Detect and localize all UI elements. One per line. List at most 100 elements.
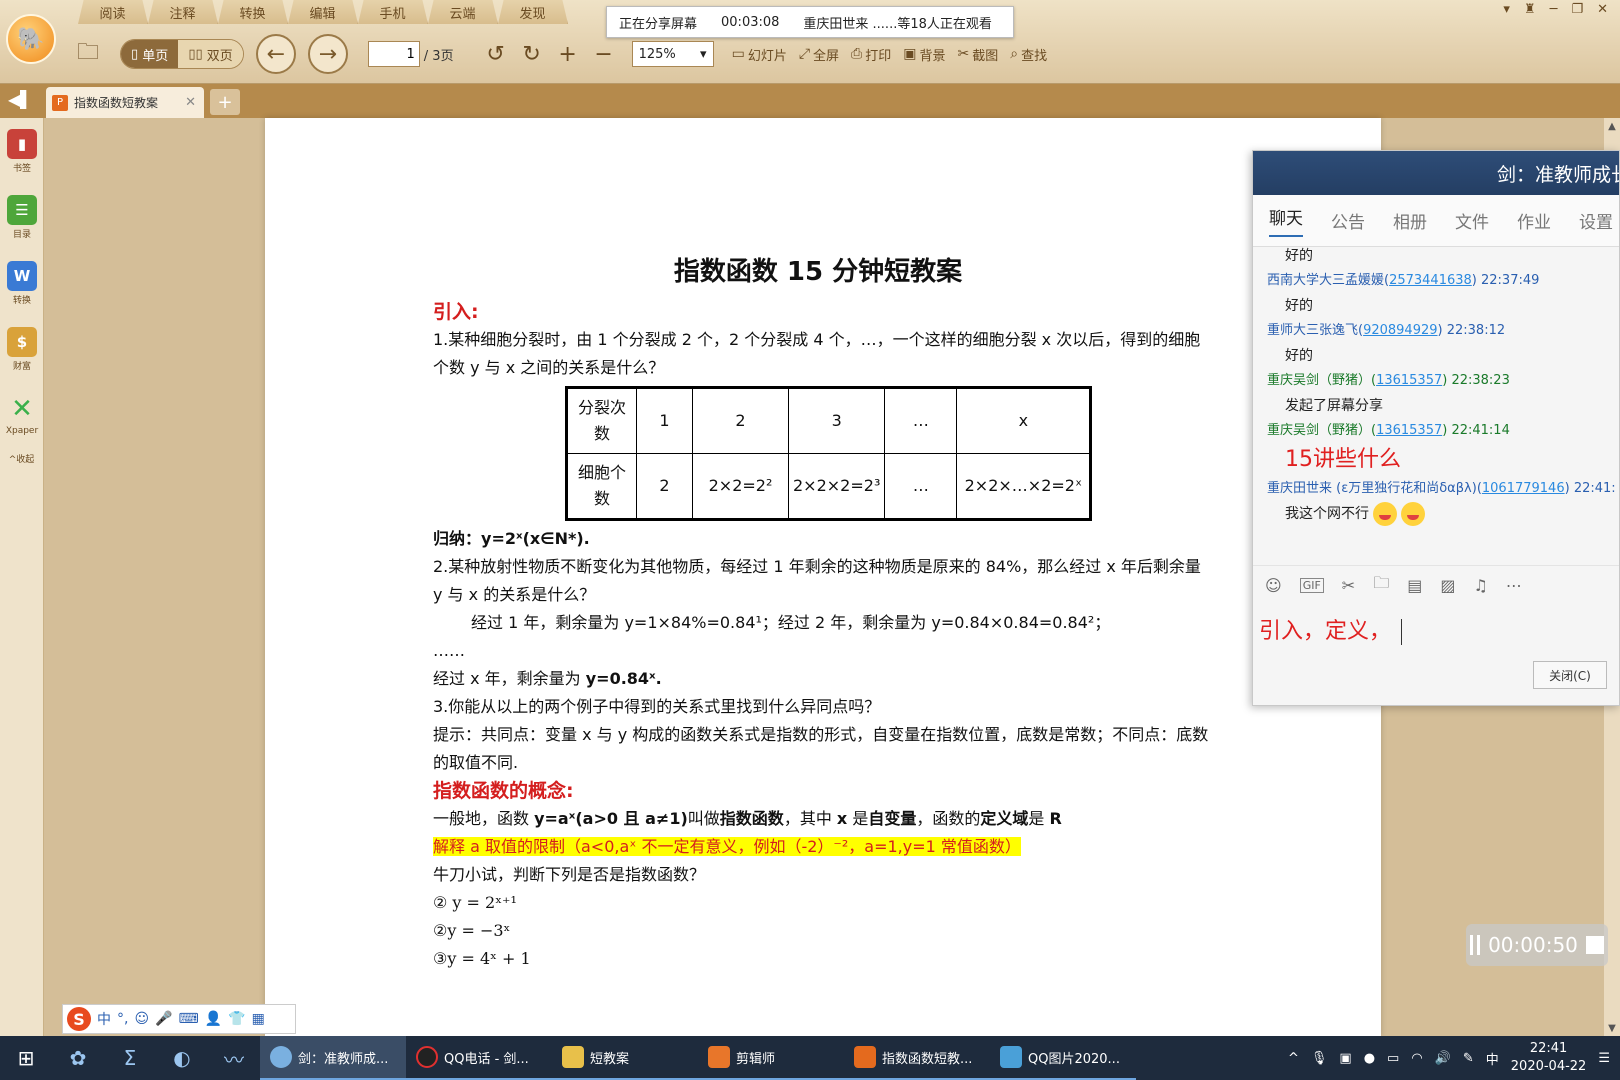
security-icon[interactable]: ●: [1364, 1051, 1375, 1066]
task-item-qq-group[interactable]: 剑：准教师成...: [260, 1036, 406, 1080]
menu-edit[interactable]: 编辑: [288, 0, 358, 24]
sogou-logo-icon[interactable]: S: [67, 1007, 91, 1031]
tab-album[interactable]: 相册: [1393, 208, 1427, 233]
minimize-icon[interactable]: ─: [1550, 2, 1558, 17]
pause-icon[interactable]: [1470, 935, 1481, 955]
zoom-in-icon[interactable]: +: [550, 39, 586, 69]
battery-icon[interactable]: ▭: [1387, 1051, 1399, 1066]
scroll-down-icon[interactable]: ▼: [1604, 1020, 1620, 1036]
double-page-button[interactable]: ▯▯ 双页: [178, 40, 243, 68]
grid-icon[interactable]: ▦: [252, 1011, 265, 1027]
rotate-right-icon[interactable]: ↻: [514, 39, 550, 69]
sidebar-item-toc[interactable]: ☰ 目录: [0, 184, 44, 250]
stop-icon[interactable]: [1585, 936, 1604, 954]
gift-icon[interactable]: ▤: [1407, 576, 1422, 595]
folder-icon[interactable]: 🗀: [70, 39, 106, 69]
find-button[interactable]: ⌕ 查找: [1010, 45, 1047, 64]
punctuation-icon[interactable]: °,: [117, 1011, 128, 1027]
sender-qq-link[interactable]: 13615357: [1376, 423, 1442, 438]
chat-message-list[interactable]: 好的 西南大学大三孟媛媛(2573441638) 22:37:49 好的 重师大…: [1253, 247, 1619, 565]
sender-qq-link[interactable]: 2573441638: [1389, 273, 1472, 288]
chevron-up-icon[interactable]: ^: [1288, 1051, 1299, 1066]
menu-annotate[interactable]: 注释: [148, 0, 218, 24]
folder-icon[interactable]: 🗀: [1373, 572, 1389, 599]
menu-discover[interactable]: 发现: [498, 0, 568, 24]
tab-homework[interactable]: 作业: [1517, 208, 1551, 233]
pinned-app-icon[interactable]: Σ: [104, 1036, 156, 1080]
tab-chat[interactable]: 聊天: [1269, 204, 1303, 237]
smiley-icon[interactable]: ☺: [1265, 576, 1282, 595]
chat-title[interactable]: 剑：准教师成长: [1253, 151, 1619, 195]
more-icon[interactable]: ⋯: [1506, 576, 1522, 595]
dropdown-icon[interactable]: ▾: [1503, 2, 1510, 17]
tab-document[interactable]: P 指数函数短教案 ✕: [46, 87, 204, 118]
ime-indicator[interactable]: 中: [1486, 1049, 1499, 1068]
wifi-icon[interactable]: ◠: [1411, 1051, 1422, 1066]
prev-page-button[interactable]: ←: [255, 34, 296, 74]
tab-announcement[interactable]: 公告: [1331, 208, 1365, 233]
screenshot-button[interactable]: ✂ 截图: [958, 45, 999, 64]
bell-icon[interactable]: ♫: [1473, 576, 1487, 595]
restore-icon[interactable]: ❐: [1571, 2, 1583, 17]
sidebar-item-xpaper[interactable]: ✕ Xpaper: [0, 382, 44, 448]
new-tab-button[interactable]: +: [210, 89, 240, 115]
microphone-icon[interactable]: 🎤: [155, 1011, 172, 1027]
chat-message-input[interactable]: 引入，定义，: [1253, 605, 1619, 663]
next-page-button[interactable]: →: [307, 34, 348, 74]
collapse-panel-icon[interactable]: ◀▌: [8, 90, 33, 109]
task-item-qq-call[interactable]: QQ电话 - 剑...: [406, 1036, 552, 1080]
pinned-app-icon[interactable]: 〰: [208, 1036, 260, 1080]
tab-settings[interactable]: 设置: [1579, 208, 1613, 233]
volume-icon[interactable]: 🔊: [1435, 1051, 1451, 1066]
ime-mode[interactable]: 中: [97, 1009, 111, 1029]
rotate-left-icon[interactable]: ↺: [478, 39, 514, 69]
fullscreen-button[interactable]: ⤢ 全屏: [799, 45, 839, 64]
close-icon[interactable]: ✕: [1597, 2, 1608, 17]
windows-start-icon[interactable]: ⊞: [0, 1036, 52, 1080]
task-item-editor[interactable]: 剪辑师: [698, 1036, 844, 1080]
smiley-icon[interactable]: ☺: [134, 1011, 149, 1027]
clock[interactable]: 22:41 2020-04-22: [1511, 1040, 1587, 1076]
sender-qq-link[interactable]: 1061779146: [1482, 481, 1565, 496]
recording-timer[interactable]: 00:00:50: [1466, 924, 1608, 966]
zoom-out-icon[interactable]: −: [586, 39, 622, 69]
menu-read[interactable]: 阅读: [78, 0, 148, 24]
background-button[interactable]: ▣ 背景: [903, 45, 945, 64]
sidebar-item-bookmarks[interactable]: ▮ 书签: [0, 118, 44, 184]
skin-icon[interactable]: 👕: [228, 1011, 245, 1027]
sidebar-item-wealth[interactable]: $ 财富: [0, 316, 44, 382]
gif-icon[interactable]: GIF: [1299, 578, 1324, 593]
page-number-input[interactable]: [367, 41, 420, 67]
single-page-button[interactable]: ▯ 单页: [121, 40, 179, 68]
tab-close-icon[interactable]: ✕: [185, 95, 196, 110]
print-button[interactable]: ⎙ 打印: [851, 45, 891, 64]
menu-phone[interactable]: 手机: [358, 0, 428, 24]
sender-qq-link[interactable]: 920894929: [1363, 323, 1437, 338]
task-item-image[interactable]: QQ图片2020...: [990, 1036, 1136, 1080]
skin-icon[interactable]: ♜: [1524, 2, 1536, 17]
screen-icon[interactable]: ▣: [1339, 1051, 1351, 1066]
microphone-icon[interactable]: 🎙: [1311, 1051, 1328, 1066]
slideshow-button[interactable]: ▭ 幻灯片: [732, 45, 787, 64]
menu-convert[interactable]: 转换: [218, 0, 288, 24]
pinned-app-icon[interactable]: ✿: [52, 1036, 104, 1080]
task-item-pdf[interactable]: 指数函数短教...: [844, 1036, 990, 1080]
app-logo[interactable]: 🐘: [6, 14, 56, 64]
pen-icon[interactable]: ✎: [1463, 1051, 1474, 1066]
image-icon[interactable]: ▨: [1440, 576, 1455, 595]
notification-icon[interactable]: ☰: [1598, 1051, 1610, 1066]
sender-qq-link[interactable]: 13615357: [1376, 373, 1442, 388]
sidebar-item-convert[interactable]: W 转换: [0, 250, 44, 316]
tab-files[interactable]: 文件: [1455, 208, 1489, 233]
scissors-icon[interactable]: ✂: [1342, 576, 1355, 595]
task-item-folder[interactable]: 短教案: [552, 1036, 698, 1080]
scroll-up-icon[interactable]: ▲: [1604, 118, 1620, 134]
pinned-app-icon[interactable]: ◐: [156, 1036, 208, 1080]
user-icon[interactable]: 👤: [205, 1011, 222, 1027]
menu-cloud[interactable]: 云端: [428, 0, 498, 24]
sidebar-collapse-button[interactable]: ^收起: [0, 452, 43, 465]
chat-close-button[interactable]: 关闭(C): [1533, 661, 1607, 689]
ime-toolbar[interactable]: S 中 °, ☺ 🎤 ⌨ 👤 👕 ▦: [62, 1004, 296, 1034]
zoom-select[interactable]: 125% ▾: [631, 41, 714, 67]
keyboard-icon[interactable]: ⌨: [179, 1011, 199, 1027]
